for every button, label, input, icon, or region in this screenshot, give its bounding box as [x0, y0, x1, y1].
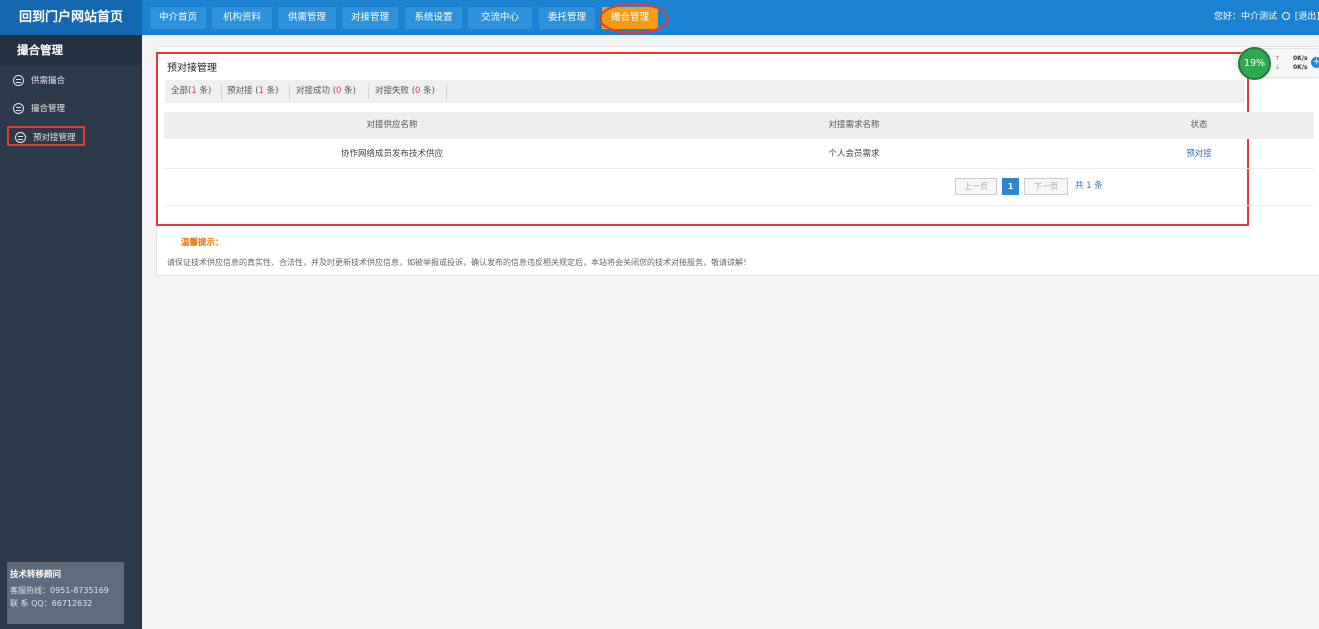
tab-all[interactable]: 全部(1 条)	[171, 80, 211, 103]
sidebar-item-label: 撮合管理	[31, 104, 66, 114]
prev-page-button[interactable]: 上一页	[955, 178, 997, 195]
tab-label: 对接失败 (	[375, 86, 416, 96]
tab-unit: 条)	[341, 86, 356, 96]
tab-unit: 条)	[263, 86, 279, 96]
sidebar-item-supply-demand-match[interactable]: 供需撮合	[7, 71, 65, 91]
sidebar-item-label: 预对接管理	[33, 133, 76, 143]
tab-divider	[368, 84, 369, 99]
tab-unit: 条)	[196, 86, 212, 96]
nav-docking[interactable]: 对接管理	[342, 7, 398, 29]
sidebar: 撮合管理 供需撮合 撮合管理 预对接管理 技术转移顾问 客服热线：0951-87…	[0, 35, 142, 629]
list-circle-icon	[13, 75, 24, 86]
nav-highlight-circle	[599, 3, 669, 34]
page-title: 预对接管理	[167, 63, 217, 74]
sidebar-item-match-management[interactable]: 撮合管理	[7, 99, 65, 119]
tab-divider	[221, 84, 222, 99]
advisor-title: 技术转移顾问	[10, 570, 62, 580]
advisor-hotline: 客服热线：0951-8735169	[10, 586, 109, 595]
power-icon	[1281, 12, 1290, 20]
list-circle-icon	[15, 132, 26, 143]
tab-divider	[289, 84, 290, 99]
tab-pre-docking[interactable]: 预对接 (1 条)	[227, 80, 278, 103]
demand-name-cell: 个人会员需求	[828, 149, 880, 159]
list-circle-icon	[13, 103, 24, 114]
page-1-button[interactable]: 1	[1002, 178, 1019, 195]
user-area: 您好：中介测试 [退出] 网	[1214, 0, 1319, 35]
column-header: 对接需求名称	[828, 120, 880, 130]
pagination: 上一页 1 下一页 共 1 条	[164, 170, 1314, 206]
nav-intermediary-home[interactable]: 中介首页	[150, 7, 206, 29]
top-bar: 回到门户网站首页 中介首页 机构资料 供需管理 对接管理 系统设置 交流中心 委…	[0, 0, 1319, 35]
download-speed: 0K/s	[1293, 64, 1308, 71]
tab-label: 对接成功 (	[296, 86, 337, 96]
tab-docking-failed[interactable]: 对接失败 (0 条)	[375, 80, 435, 103]
tab-docking-success[interactable]: 对接成功 (0 条)	[296, 80, 356, 103]
tab-label: 全部(	[171, 86, 192, 96]
plus-icon[interactable]: +	[1311, 57, 1319, 68]
upload-arrow-icon: ↑	[1275, 55, 1281, 62]
nav-system-settings[interactable]: 系统设置	[405, 7, 462, 29]
tab-unit: 条)	[420, 86, 435, 96]
upload-speed: 0K/s	[1293, 55, 1308, 62]
column-header: 状态	[1190, 120, 1208, 130]
nav-entrust[interactable]: 委托管理	[539, 7, 595, 29]
nav-supply-demand[interactable]: 供需管理	[278, 7, 336, 29]
greeting-text: 您好：中介测试	[1214, 12, 1278, 22]
advisor-box: 技术转移顾问 客服热线：0951-8735169 联 系 QQ：66712632	[7, 562, 124, 624]
total-count: 共 1 条	[1075, 181, 1103, 191]
sidebar-item-pre-docking[interactable]: 预对接管理	[7, 126, 85, 146]
tip-title: 温馨提示：	[181, 238, 224, 248]
sidebar-item-label: 供需撮合	[31, 76, 66, 86]
tab-label: 预对接 (	[227, 86, 259, 96]
advisor-qq: 联 系 QQ：66712632	[10, 599, 93, 608]
column-header: 对接供应名称	[366, 120, 418, 130]
portal-home-link[interactable]: 回到门户网站首页	[0, 0, 142, 35]
speed-gauge[interactable]: 19%	[1238, 47, 1271, 80]
nav-exchange-center[interactable]: 交流中心	[468, 7, 532, 29]
sidebar-title: 撮合管理	[0, 35, 142, 65]
tip-text: 请保证技术供应信息的真实性、合法性，并及时更新技术供应信息，如被举报或投诉，确认…	[167, 258, 751, 267]
logout-link[interactable]: [退出]	[1295, 12, 1319, 22]
table-header: 对接供应名称 对接需求名称 状态	[164, 112, 1314, 139]
filter-tabs: 全部(1 条) 预对接 (1 条) 对接成功 (0 条) 对接失败 (0 条)	[165, 80, 1245, 103]
table-row: 协作网络成员发布技术供应 个人会员需求 预对接	[164, 140, 1314, 169]
next-page-button[interactable]: 下一页	[1024, 178, 1068, 195]
nav-institution-info[interactable]: 机构资料	[212, 7, 272, 29]
status-link[interactable]: 预对接	[1154, 140, 1244, 169]
tab-divider	[446, 84, 447, 99]
supply-name-cell: 协作网络成员发布技术供应	[340, 149, 443, 159]
download-arrow-icon: ↓	[1275, 64, 1281, 71]
